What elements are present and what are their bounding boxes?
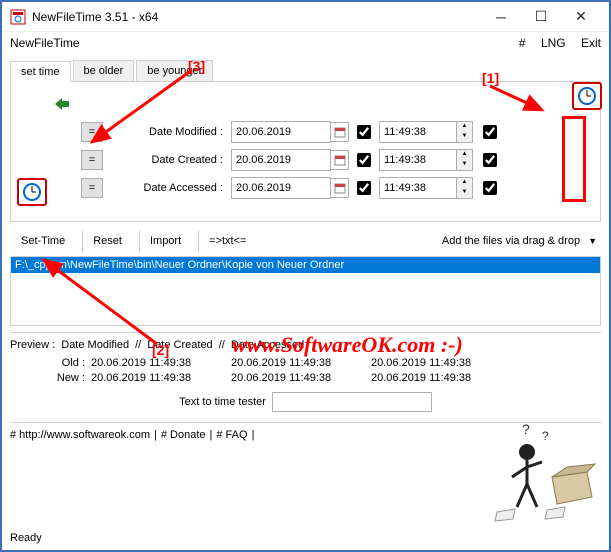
tab-set-time[interactable]: set time xyxy=(10,61,71,82)
preview-col-accessed: Date Accessed xyxy=(231,339,304,351)
preview-new-created: 20.06.2019 11:49:38 xyxy=(231,372,371,384)
tester-input[interactable] xyxy=(272,392,432,412)
preview-new-modified: 20.06.2019 11:49:38 xyxy=(91,372,231,384)
file-list-item-selected[interactable]: F:\_cpp_m\NewFileTime\bin\Neuer Ordner\K… xyxy=(11,257,600,273)
preview-old-accessed: 20.06.2019 11:49:38 xyxy=(371,357,511,369)
maximize-button[interactable]: ☐ xyxy=(521,3,561,31)
footer-link-faq[interactable]: # FAQ xyxy=(216,429,247,441)
time-modified-input[interactable]: 11:49:38 xyxy=(379,121,457,143)
drag-drop-label: Add the files via drag & drop xyxy=(442,235,580,247)
annotation-box-1 xyxy=(562,116,586,202)
set-time-button[interactable]: Set-Time xyxy=(10,230,76,252)
menu-hash[interactable]: # xyxy=(519,36,526,50)
calendar-icon[interactable] xyxy=(331,122,349,142)
divider xyxy=(10,332,601,333)
preview-label: Preview : xyxy=(10,339,55,351)
app-icon xyxy=(10,9,26,25)
checkbox-accessed-time[interactable] xyxy=(483,181,497,195)
tab-be-older[interactable]: be older xyxy=(73,60,135,81)
checkbox-accessed-date[interactable] xyxy=(357,181,371,195)
preview-panel: Preview : Date Modified // Date Created … xyxy=(10,339,601,384)
footer-link-site[interactable]: # http://www.softwareok.com xyxy=(10,429,150,441)
preview-old-label: Old : xyxy=(40,357,85,369)
preview-new-label: New : xyxy=(40,372,85,384)
file-list[interactable]: F:\_cpp_m\NewFileTime\bin\Neuer Ordner\K… xyxy=(10,256,601,326)
eq-button-modified[interactable]: = xyxy=(81,122,103,142)
window-title: NewFileTime 3.51 - x64 xyxy=(32,10,481,24)
toolbar: Set-Time Reset Import =>txt<= Add the fi… xyxy=(10,228,601,254)
menu-app[interactable]: NewFileTime xyxy=(10,36,507,50)
status-bar: Ready xyxy=(10,528,42,548)
date-modified-input[interactable]: 20.06.2019 xyxy=(231,121,331,143)
spinner-created[interactable]: ▲▼ xyxy=(457,149,473,171)
spinner-accessed[interactable]: ▲▼ xyxy=(457,177,473,199)
checkbox-modified-date[interactable] xyxy=(357,125,371,139)
preview-col-created: Date Created xyxy=(147,339,212,351)
tester-row: Text to time tester xyxy=(10,392,601,412)
footer-separator xyxy=(10,422,601,423)
menubar: NewFileTime # LNG Exit xyxy=(2,32,609,54)
calendar-icon[interactable] xyxy=(331,150,349,170)
date-accessed-input[interactable]: 20.06.2019 xyxy=(231,177,331,199)
titlebar: NewFileTime 3.51 - x64 ─ ☐ ✕ xyxy=(2,2,609,32)
reset-button[interactable]: Reset xyxy=(82,230,133,252)
time-accessed-input[interactable]: 11:49:38 xyxy=(379,177,457,199)
eq-button-created[interactable]: = xyxy=(81,150,103,170)
calendar-icon[interactable] xyxy=(331,178,349,198)
tab-be-younger[interactable]: be younger xyxy=(136,60,213,81)
close-button[interactable]: ✕ xyxy=(561,3,601,31)
clock-icon-right[interactable] xyxy=(572,82,602,110)
menu-exit[interactable]: Exit xyxy=(581,36,601,50)
import-button[interactable]: Import xyxy=(139,230,192,252)
checkbox-created-date[interactable] xyxy=(357,153,371,167)
spinner-modified[interactable]: ▲▼ xyxy=(457,121,473,143)
drag-drop-menu[interactable]: ▼ xyxy=(584,234,601,248)
date-created-input[interactable]: 20.06.2019 xyxy=(231,149,331,171)
txt-button[interactable]: =>txt<= xyxy=(198,230,257,252)
menu-lng[interactable]: LNG xyxy=(541,36,566,50)
clock-icon-left[interactable] xyxy=(17,178,47,206)
label-created: Date Created : xyxy=(113,154,223,166)
preview-old-created: 20.06.2019 11:49:38 xyxy=(231,357,371,369)
label-accessed: Date Accessed : xyxy=(113,182,223,194)
footer-link-donate[interactable]: # Donate xyxy=(161,429,206,441)
minimize-button[interactable]: ─ xyxy=(481,3,521,31)
tester-label: Text to time tester xyxy=(179,396,266,408)
label-modified: Date Modified : xyxy=(113,126,223,138)
back-icon[interactable] xyxy=(49,94,75,114)
preview-col-modified: Date Modified xyxy=(61,339,129,351)
tab-content: = Date Modified : 20.06.2019 11:49:38 ▲▼… xyxy=(10,82,601,222)
time-created-input[interactable]: 11:49:38 xyxy=(379,149,457,171)
preview-old-modified: 20.06.2019 11:49:38 xyxy=(91,357,231,369)
checkbox-modified-time[interactable] xyxy=(483,125,497,139)
tabs: set time be older be younger xyxy=(10,60,601,82)
preview-new-accessed: 20.06.2019 11:49:38 xyxy=(371,372,511,384)
footer-links: # http://www.softwareok.com | # Donate |… xyxy=(10,429,601,441)
checkbox-created-time[interactable] xyxy=(483,153,497,167)
eq-button-accessed[interactable]: = xyxy=(81,178,103,198)
